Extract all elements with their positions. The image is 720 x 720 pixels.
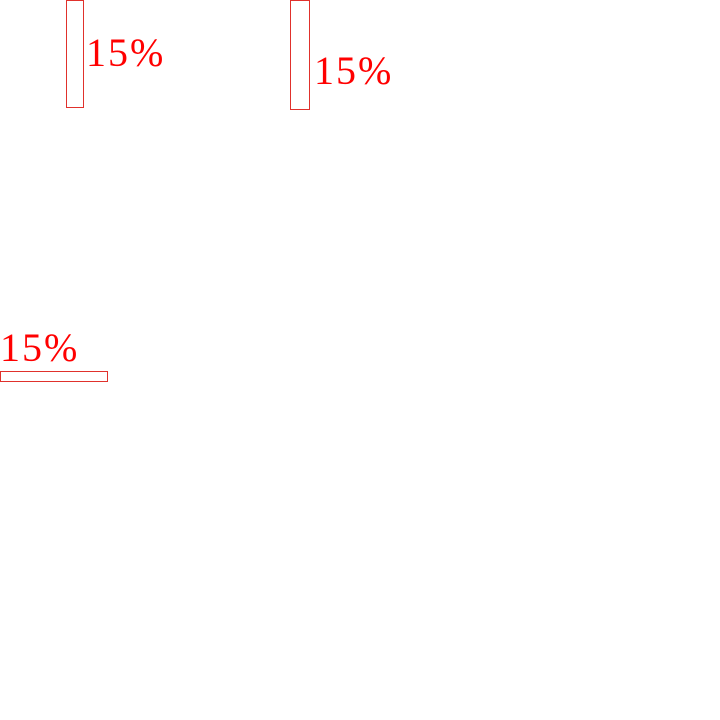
percent-label: 15% bbox=[86, 30, 166, 75]
percent-label: 15% bbox=[0, 325, 80, 370]
vertical-level-bar bbox=[66, 0, 84, 108]
vertical-level-bar bbox=[290, 0, 310, 110]
horizontal-level-bar bbox=[0, 371, 108, 382]
percent-label: 15% bbox=[314, 48, 394, 93]
